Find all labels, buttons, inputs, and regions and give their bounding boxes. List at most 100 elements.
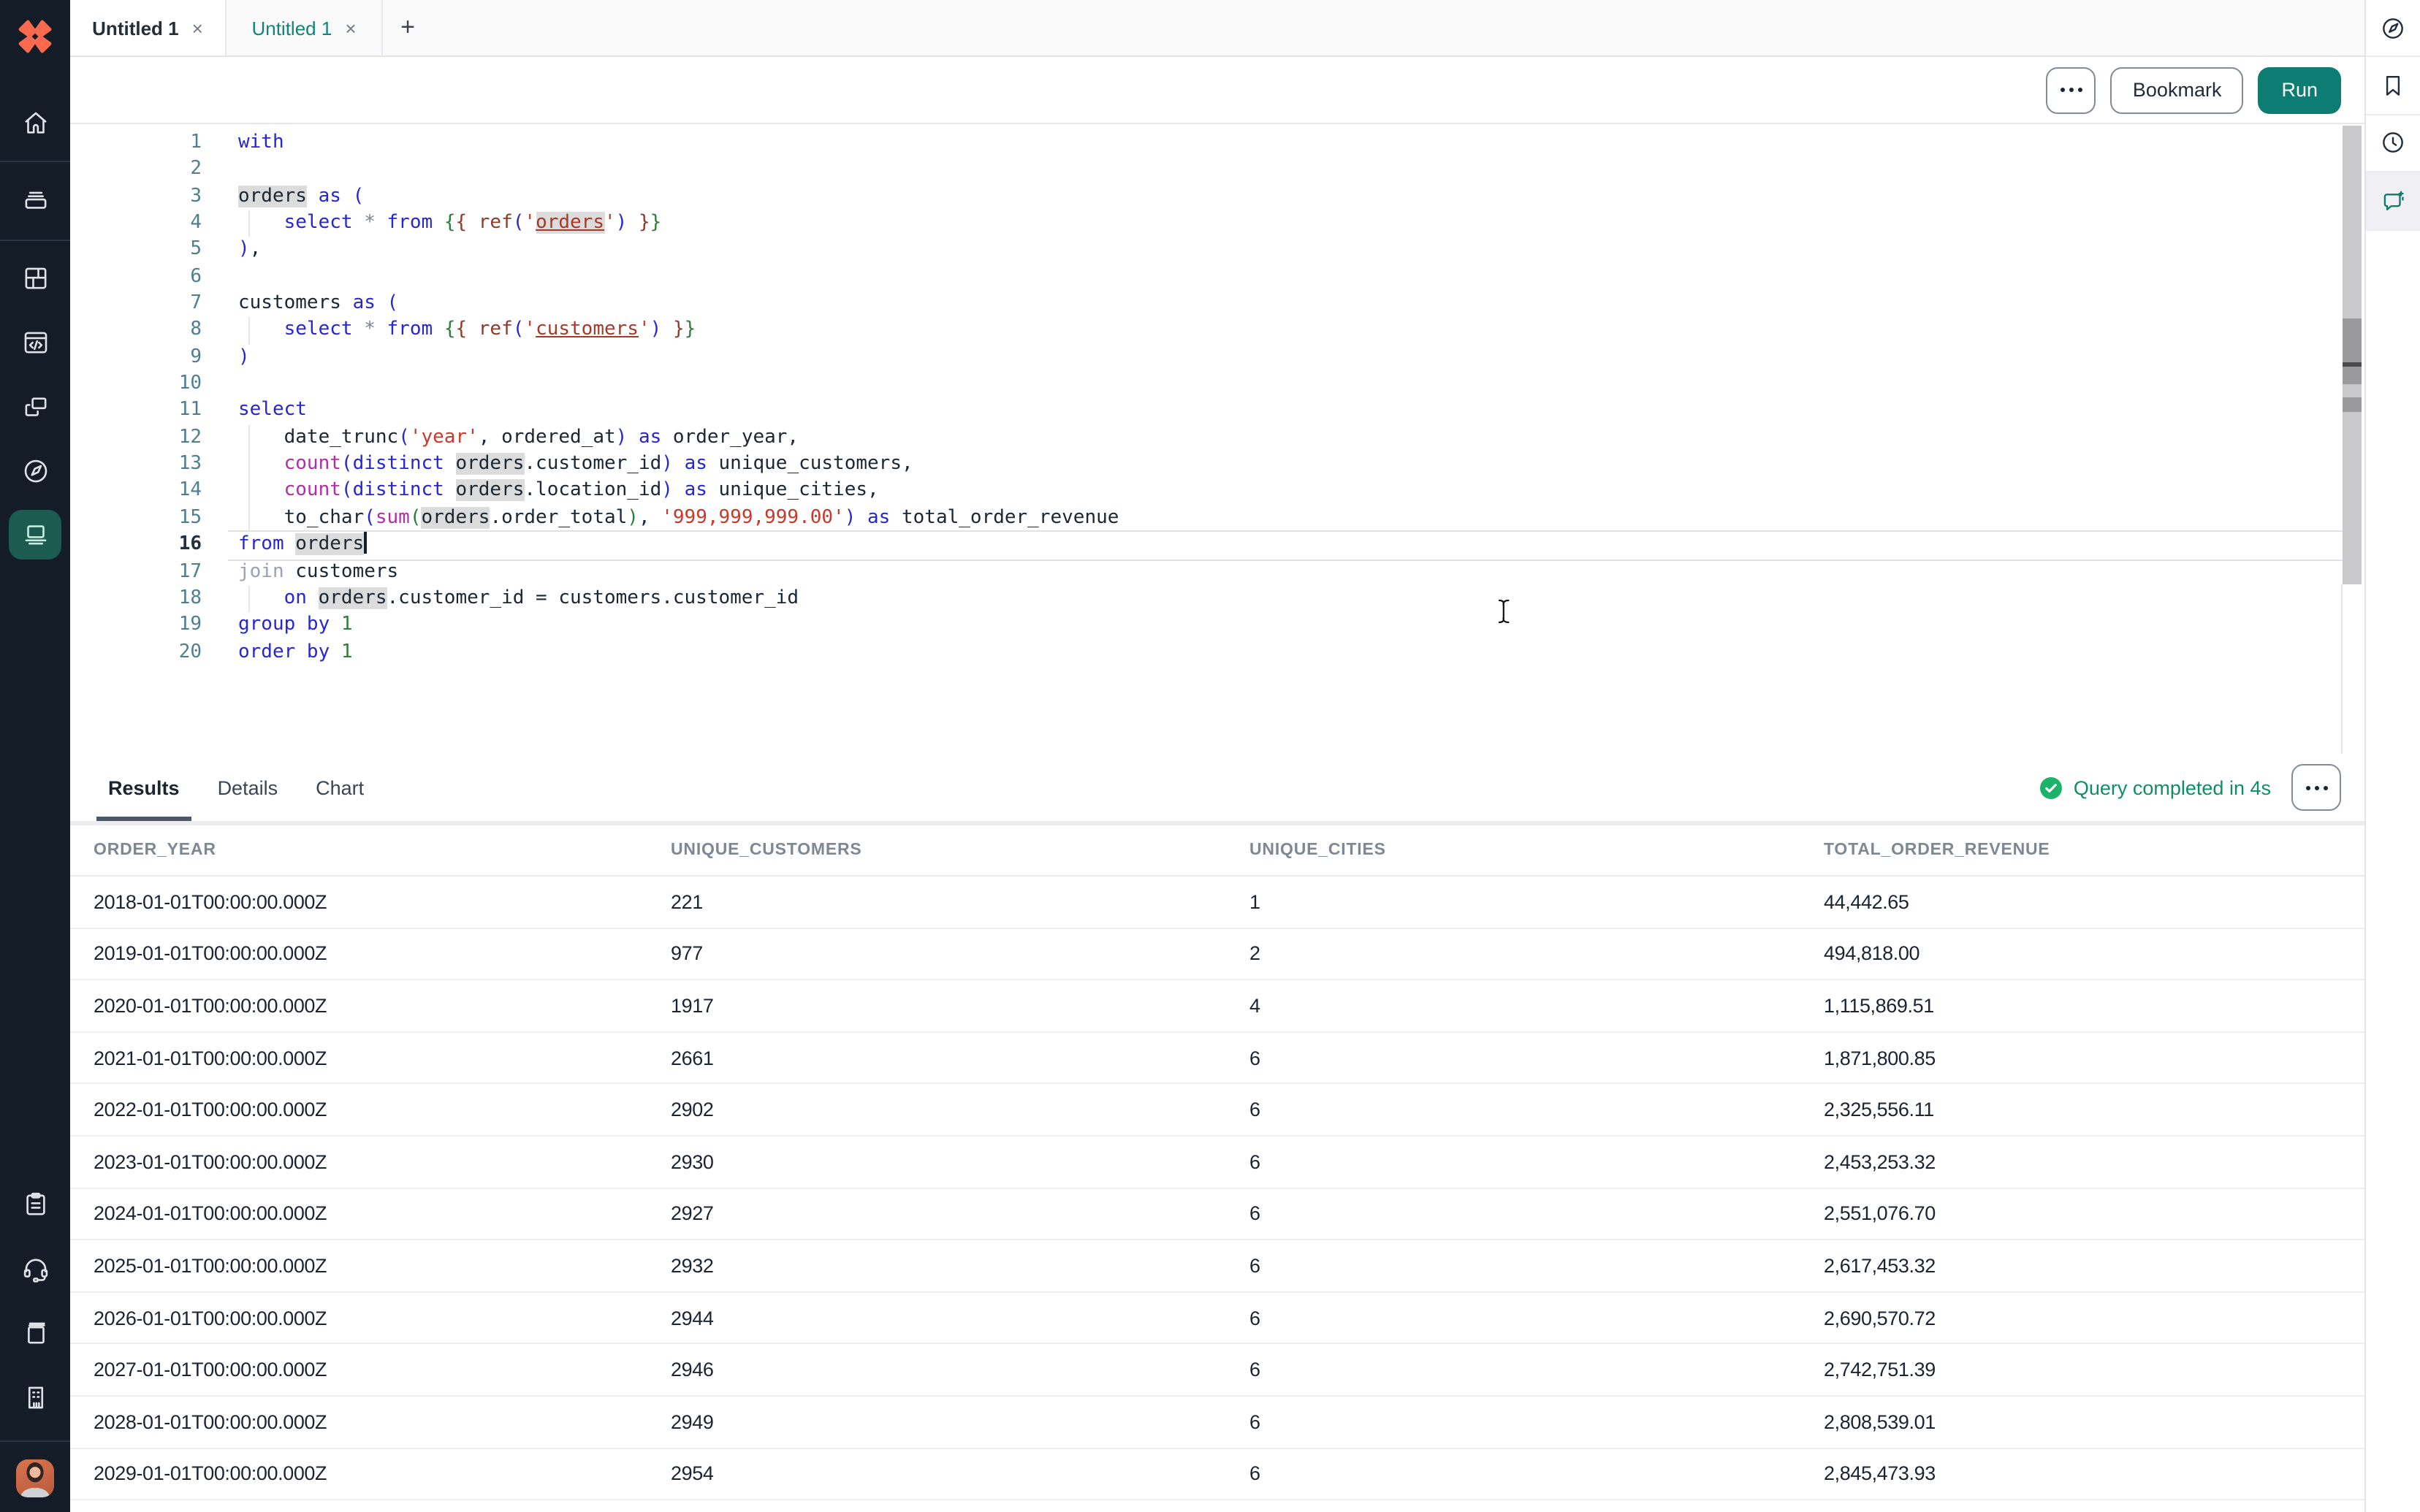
table-cell: 6 <box>1249 1307 1824 1329</box>
table-row[interactable]: 2026-01-01T00:00:00.000Z294462,690,570.7… <box>70 1293 2364 1345</box>
table-row[interactable]: 2024-01-01T00:00:00.000Z292762,551,076.7… <box>70 1188 2364 1240</box>
ai-chat-icon[interactable] <box>2366 172 2420 230</box>
run-button[interactable]: Run <box>2258 66 2341 113</box>
home-icon[interactable] <box>19 107 51 139</box>
more-options-button[interactable] <box>2047 66 2096 113</box>
editor-right-divider <box>2341 584 2343 754</box>
code-line: 20order by 1 <box>70 639 2364 666</box>
table-row[interactable]: 2021-01-01T00:00:00.000Z266161,871,800.8… <box>70 1033 2364 1085</box>
docs-book-icon[interactable] <box>19 1316 51 1348</box>
table-cell: 6 <box>1249 1151 1824 1173</box>
organization-building-icon[interactable] <box>19 1381 51 1413</box>
tab-untitled-1[interactable]: Untitled 1 × <box>70 0 227 56</box>
table-cell: 4 <box>1249 995 1824 1017</box>
line-number: 17 <box>70 559 210 586</box>
code-line: 19group by 1 <box>70 612 2364 639</box>
table-cell: 6 <box>1249 1203 1824 1225</box>
table-cell: 2027-01-01T00:00:00.000Z <box>70 1359 671 1381</box>
line-number: 19 <box>70 612 210 639</box>
explore-compass-icon[interactable] <box>19 454 51 486</box>
code-window-icon[interactable] <box>19 326 51 358</box>
bookmark-button[interactable]: Bookmark <box>2111 66 2244 113</box>
projects-tray-icon[interactable] <box>19 183 51 215</box>
table-row[interactable]: 2023-01-01T00:00:00.000Z293062,453,253.3… <box>70 1137 2364 1188</box>
scrollbar-highlight-marker <box>2343 397 2362 412</box>
sql-editor[interactable]: 1with2 3orders as (4 select * from {{ re… <box>70 124 2364 754</box>
table-row[interactable]: 2022-01-01T00:00:00.000Z290262,325,556.1… <box>70 1085 2364 1137</box>
table-cell: 2944 <box>671 1307 1249 1329</box>
line-number: 3 <box>70 183 210 210</box>
close-icon[interactable]: × <box>345 17 356 39</box>
line-number: 2 <box>70 157 210 184</box>
table-row[interactable]: 2018-01-01T00:00:00.000Z221144,442.65 <box>70 877 2364 928</box>
close-icon[interactable]: × <box>192 17 203 39</box>
table-cell: 2020-01-01T00:00:00.000Z <box>70 995 671 1017</box>
results-tab-chart[interactable]: Chart <box>316 754 364 821</box>
computer-icon-active[interactable] <box>9 510 61 560</box>
check-circle-icon <box>2040 776 2062 798</box>
windows-icon[interactable] <box>19 390 51 422</box>
table-row[interactable]: 2029-01-01T00:00:00.000Z295462,845,473.9… <box>70 1448 2364 1500</box>
table-cell: 221 <box>671 891 1249 913</box>
table-row[interactable]: 2019-01-01T00:00:00.000Z9772494,818.00 <box>70 928 2364 980</box>
code-line: 5), <box>70 237 2364 264</box>
editor-scrollbar-thumb[interactable] <box>2343 318 2362 384</box>
bookmark-icon[interactable] <box>2366 58 2420 115</box>
table-cell: 6 <box>1249 1463 1824 1485</box>
new-tab-button[interactable]: + <box>383 0 433 56</box>
line-number: 14 <box>70 478 210 505</box>
app-root: Untitled 1 × Untitled 1 × + Bookmark Run… <box>0 0 2420 1512</box>
rail-divider <box>0 161 70 162</box>
history-clock-icon[interactable] <box>2366 115 2420 173</box>
table-cell: 2,617,453.32 <box>1824 1255 2364 1277</box>
right-sidebar <box>2364 0 2420 1512</box>
user-avatar[interactable] <box>16 1459 54 1497</box>
table-row[interactable]: 2020-01-01T00:00:00.000Z191741,115,869.5… <box>70 980 2364 1032</box>
tab-untitled-2[interactable]: Untitled 1 × <box>227 0 383 56</box>
table-cell: 44,442.65 <box>1824 891 2364 913</box>
column-header[interactable]: UNIQUE_CITIES <box>1249 841 1824 859</box>
results-toolbar: Results Details Chart Query completed in 4… <box>70 754 2364 821</box>
table-cell: 2954 <box>671 1463 1249 1485</box>
table-row[interactable]: 2028-01-01T00:00:00.000Z294962,808,539.0… <box>70 1397 2364 1448</box>
column-header[interactable]: TOTAL_ORDER_REVENUE <box>1824 841 2364 859</box>
table-cell: 1917 <box>671 995 1249 1017</box>
results-more-button[interactable] <box>2291 764 2341 811</box>
table-cell: 2023-01-01T00:00:00.000Z <box>70 1151 671 1173</box>
results-tab-details[interactable]: Details <box>218 754 278 821</box>
tab-label: Untitled 1 <box>92 17 178 39</box>
ellipsis-icon <box>2061 88 2082 92</box>
table-cell: 2949 <box>671 1410 1249 1432</box>
column-header[interactable]: ORDER_YEAR <box>70 841 671 859</box>
line-number: 15 <box>70 505 210 532</box>
results-tabs: Results Details Chart <box>108 754 2040 821</box>
query-status: Query completed in 4s <box>2040 776 2271 798</box>
line-number: 12 <box>70 425 210 452</box>
explore-compass-icon[interactable] <box>2366 0 2420 58</box>
table-row[interactable]: 2030-01-01T00:00:00.000Z287961,841,049.3… <box>70 1500 2364 1512</box>
code-line: 10 <box>70 371 2364 398</box>
code-line: 12 date_trunc('year', ordered_at) as ord… <box>70 425 2364 452</box>
hex-logo-icon[interactable] <box>15 16 56 57</box>
table-cell: 2 <box>1249 943 1824 965</box>
support-headset-icon[interactable] <box>19 1252 51 1284</box>
results-table: ORDER_YEARUNIQUE_CUSTOMERSUNIQUE_CITIEST… <box>70 825 2364 1512</box>
line-number: 7 <box>70 291 210 318</box>
table-cell: 2029-01-01T00:00:00.000Z <box>70 1463 671 1485</box>
query-status-text: Query completed in 4s <box>2074 776 2271 798</box>
table-cell: 1,871,800.85 <box>1824 1047 2364 1069</box>
main-panel: Untitled 1 × Untitled 1 × + Bookmark Run… <box>70 0 2364 1512</box>
table-row[interactable]: 2025-01-01T00:00:00.000Z293262,617,453.3… <box>70 1240 2364 1292</box>
table-cell: 2,742,751.39 <box>1824 1359 2364 1381</box>
apps-grid-icon[interactable] <box>19 261 51 294</box>
code-line: 3orders as ( <box>70 183 2364 210</box>
column-header[interactable]: UNIQUE_CUSTOMERS <box>671 841 1249 859</box>
clipboard-icon[interactable] <box>19 1188 51 1220</box>
table-cell: 2018-01-01T00:00:00.000Z <box>70 891 671 913</box>
code-line: 14 count(distinct orders.location_id) as… <box>70 478 2364 505</box>
table-cell: 2930 <box>671 1151 1249 1173</box>
results-tab-results[interactable]: Results <box>108 754 180 821</box>
table-row[interactable]: 2027-01-01T00:00:00.000Z294662,742,751.3… <box>70 1345 2364 1397</box>
table-cell: 2026-01-01T00:00:00.000Z <box>70 1307 671 1329</box>
table-cell: 6 <box>1249 1410 1824 1432</box>
